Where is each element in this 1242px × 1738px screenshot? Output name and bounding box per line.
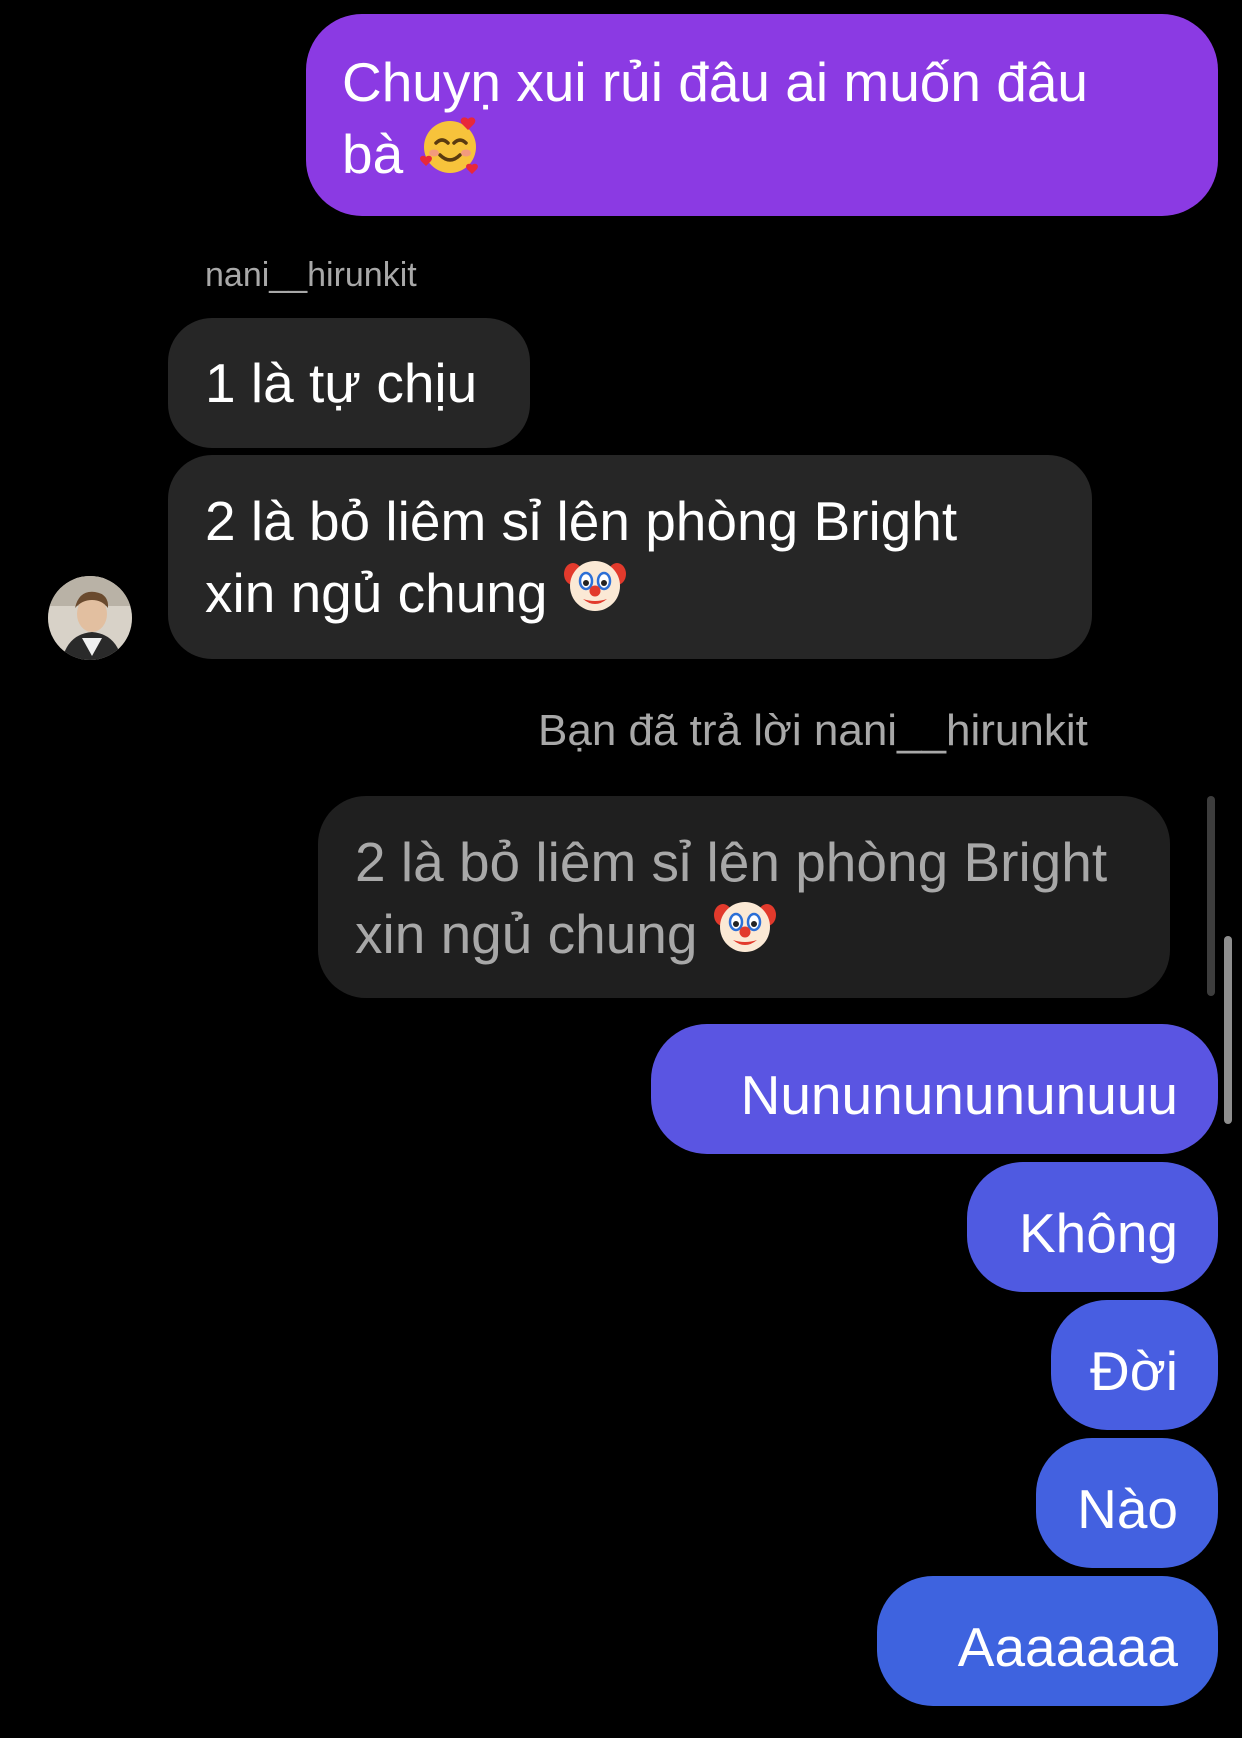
message-text-line: bà — [342, 117, 1168, 194]
scrollbar[interactable] — [1224, 936, 1232, 1124]
message-text-line: 2 là bỏ liêm sỉ lên phòng Bright — [355, 831, 1108, 893]
sent-message[interactable]: Chuyṇ xui rủi đâu ai muốn đâu bà — [306, 14, 1218, 216]
smiling-face-with-hearts-icon — [418, 113, 482, 194]
message-text: Nào — [1077, 1478, 1178, 1540]
message-text: 1 là tự chịu — [205, 352, 478, 414]
message-text-line: xin ngủ chung — [205, 557, 1092, 633]
received-message[interactable]: 1 là tự chịu — [168, 318, 530, 448]
message-text: Đời — [1089, 1340, 1178, 1402]
message-text: Aaaaaaa — [957, 1616, 1178, 1678]
message-text: xin ngủ chung — [205, 562, 548, 624]
scroll-track — [1207, 796, 1215, 996]
sender-name: nani__hirunkit — [205, 256, 417, 294]
message-text: Nunununununuuu — [740, 1064, 1178, 1126]
message-text-line: Chuyṇ xui rủi đâu ai muốn đâu — [342, 51, 1089, 113]
avatar[interactable] — [48, 576, 132, 660]
sent-message[interactable]: Không — [967, 1162, 1218, 1292]
quoted-message[interactable]: 2 là bỏ liêm sỉ lên phòng Bright xin ngủ… — [318, 796, 1170, 998]
sent-message[interactable]: Đời — [1051, 1300, 1218, 1430]
received-message[interactable]: 2 là bỏ liêm sỉ lên phòng Bright xin ngủ… — [168, 455, 1092, 659]
sent-message[interactable]: Aaaaaaa — [877, 1576, 1218, 1706]
clown-face-icon — [563, 552, 627, 633]
message-text: Không — [1018, 1202, 1178, 1264]
message-text-line: 2 là bỏ liêm sỉ lên phòng Bright — [205, 490, 958, 552]
sent-message[interactable]: Nào — [1036, 1438, 1218, 1568]
message-text: xin ngủ chung — [355, 903, 698, 965]
sent-message[interactable]: Nunununununuuu — [651, 1024, 1218, 1154]
profile-photo-icon — [48, 576, 132, 660]
reply-label: Bạn đã trả lời nani__hirunkit — [538, 706, 1088, 755]
message-text: bà — [342, 123, 404, 185]
clown-face-icon — [713, 893, 777, 974]
message-text-line: xin ngủ chung — [355, 898, 1170, 974]
chat-thread: { "colors": { "background": "#000000", "… — [0, 0, 1242, 1738]
